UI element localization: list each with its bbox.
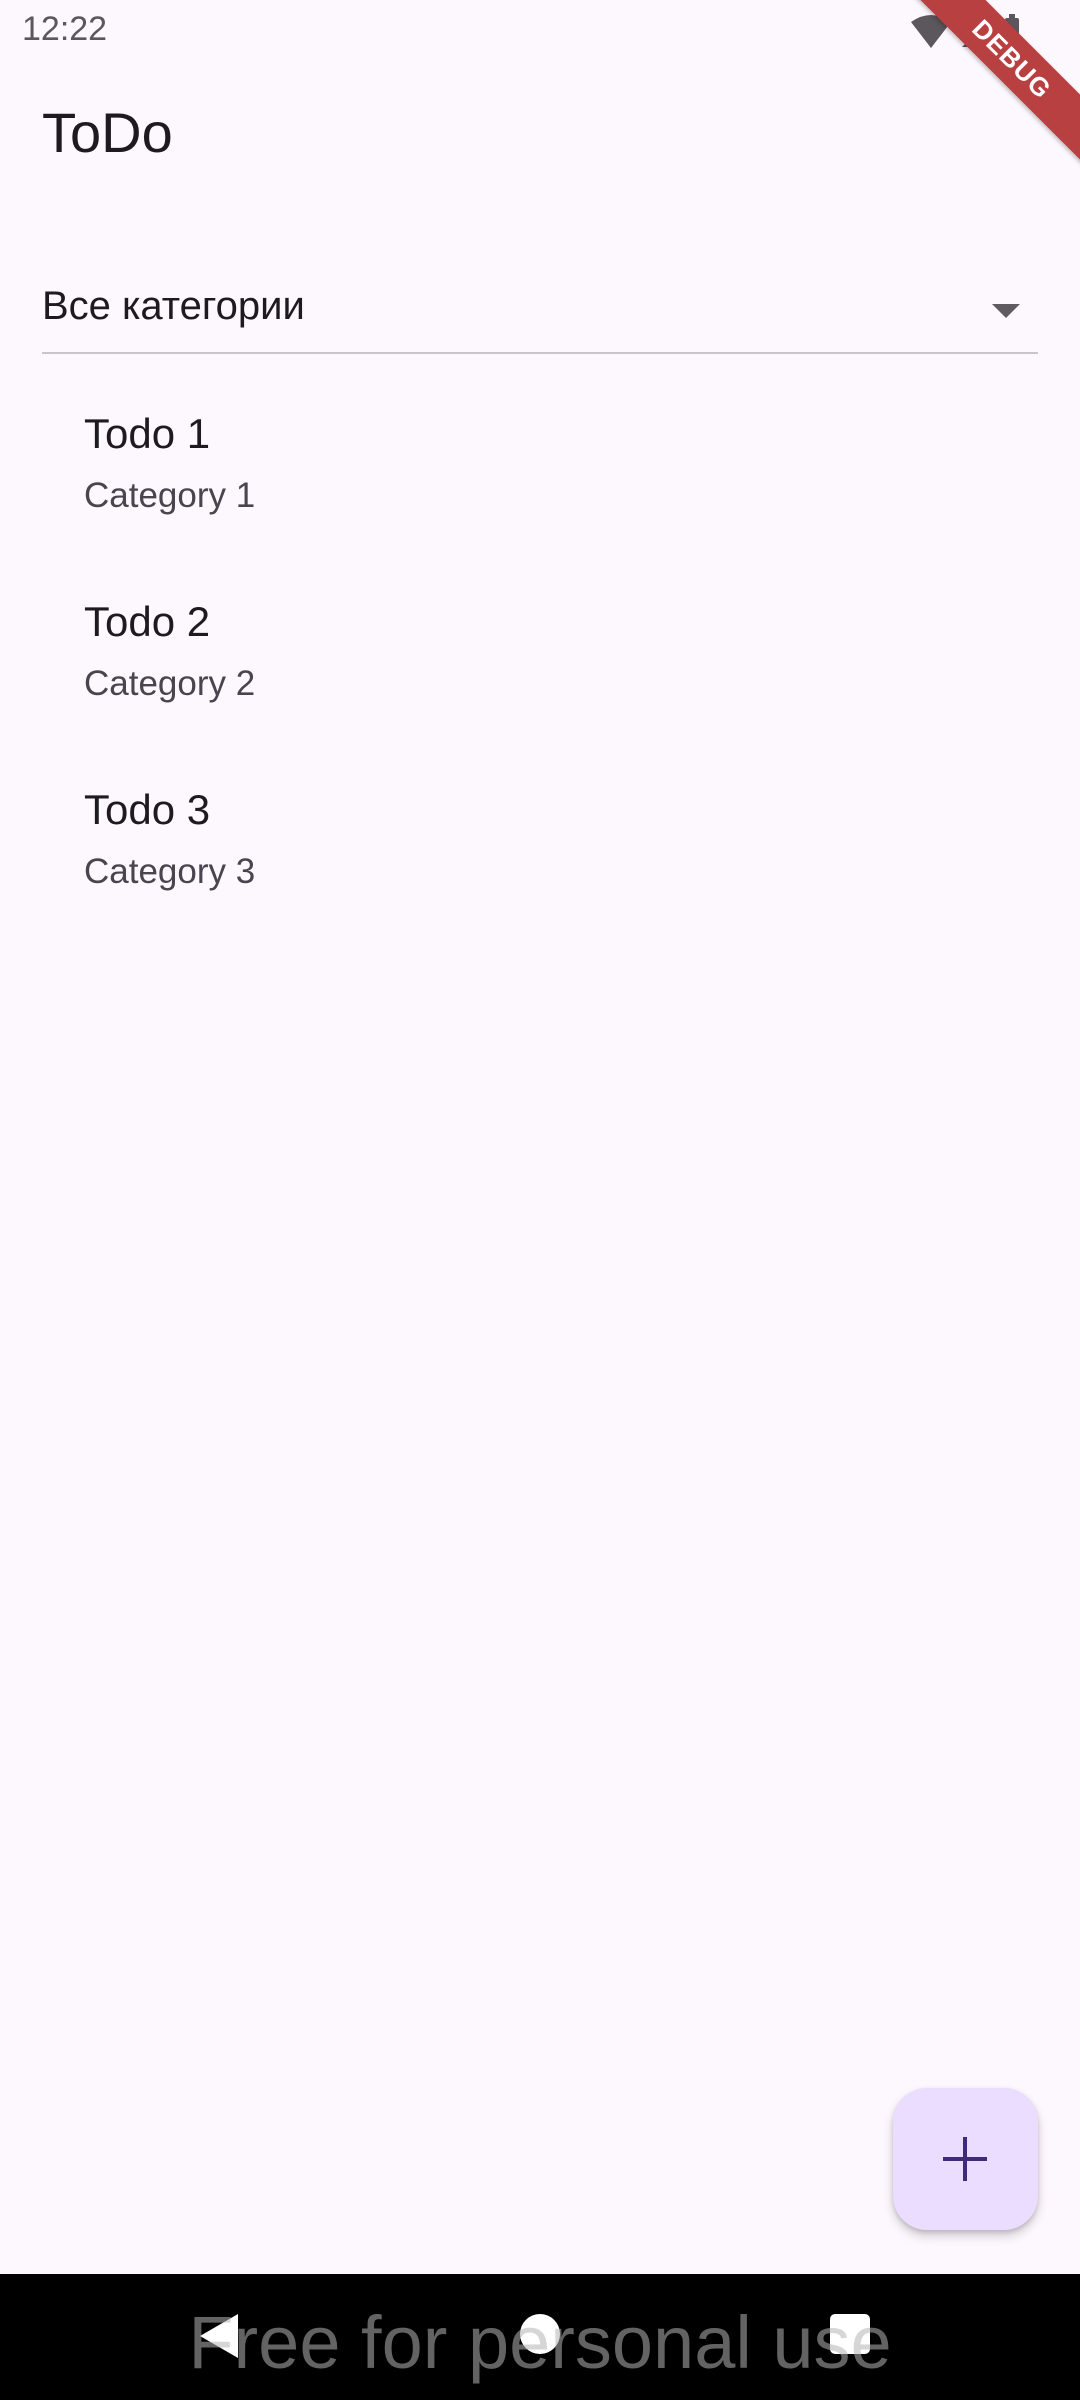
back-icon[interactable] <box>200 2314 238 2358</box>
recents-icon[interactable] <box>830 2314 870 2354</box>
todo-list: Todo 1 Category 1 Todo 2 Category 2 Todo… <box>0 370 1080 934</box>
todo-title: Todo 3 <box>84 786 211 833</box>
status-bar: 12:22 <box>0 0 1080 64</box>
todo-item[interactable]: Todo 3 Category 3 <box>0 746 1080 934</box>
todo-category: Category 2 <box>84 664 256 703</box>
app-title: ToDo <box>42 101 173 164</box>
category-filter-dropdown[interactable]: Все категории <box>42 278 1038 354</box>
plus-icon <box>963 2137 967 2181</box>
screen: 12:22 DEBUG ToDo Все категории Todo 1 Ca… <box>0 0 1080 2400</box>
todo-item[interactable]: Todo 1 Category 1 <box>0 370 1080 558</box>
todo-title: Todo 2 <box>84 598 211 645</box>
todo-item[interactable]: Todo 2 Category 2 <box>0 558 1080 746</box>
category-filter-label: Все категории <box>42 284 305 328</box>
navigation-bar <box>0 2274 1080 2400</box>
add-todo-button[interactable] <box>893 2088 1038 2230</box>
dropdown-arrow-icon <box>992 304 1020 318</box>
todo-category: Category 3 <box>84 852 256 891</box>
todo-title: Todo 1 <box>84 410 211 457</box>
todo-category: Category 1 <box>84 476 256 515</box>
home-icon[interactable] <box>520 2314 560 2354</box>
status-time: 12:22 <box>22 10 108 48</box>
